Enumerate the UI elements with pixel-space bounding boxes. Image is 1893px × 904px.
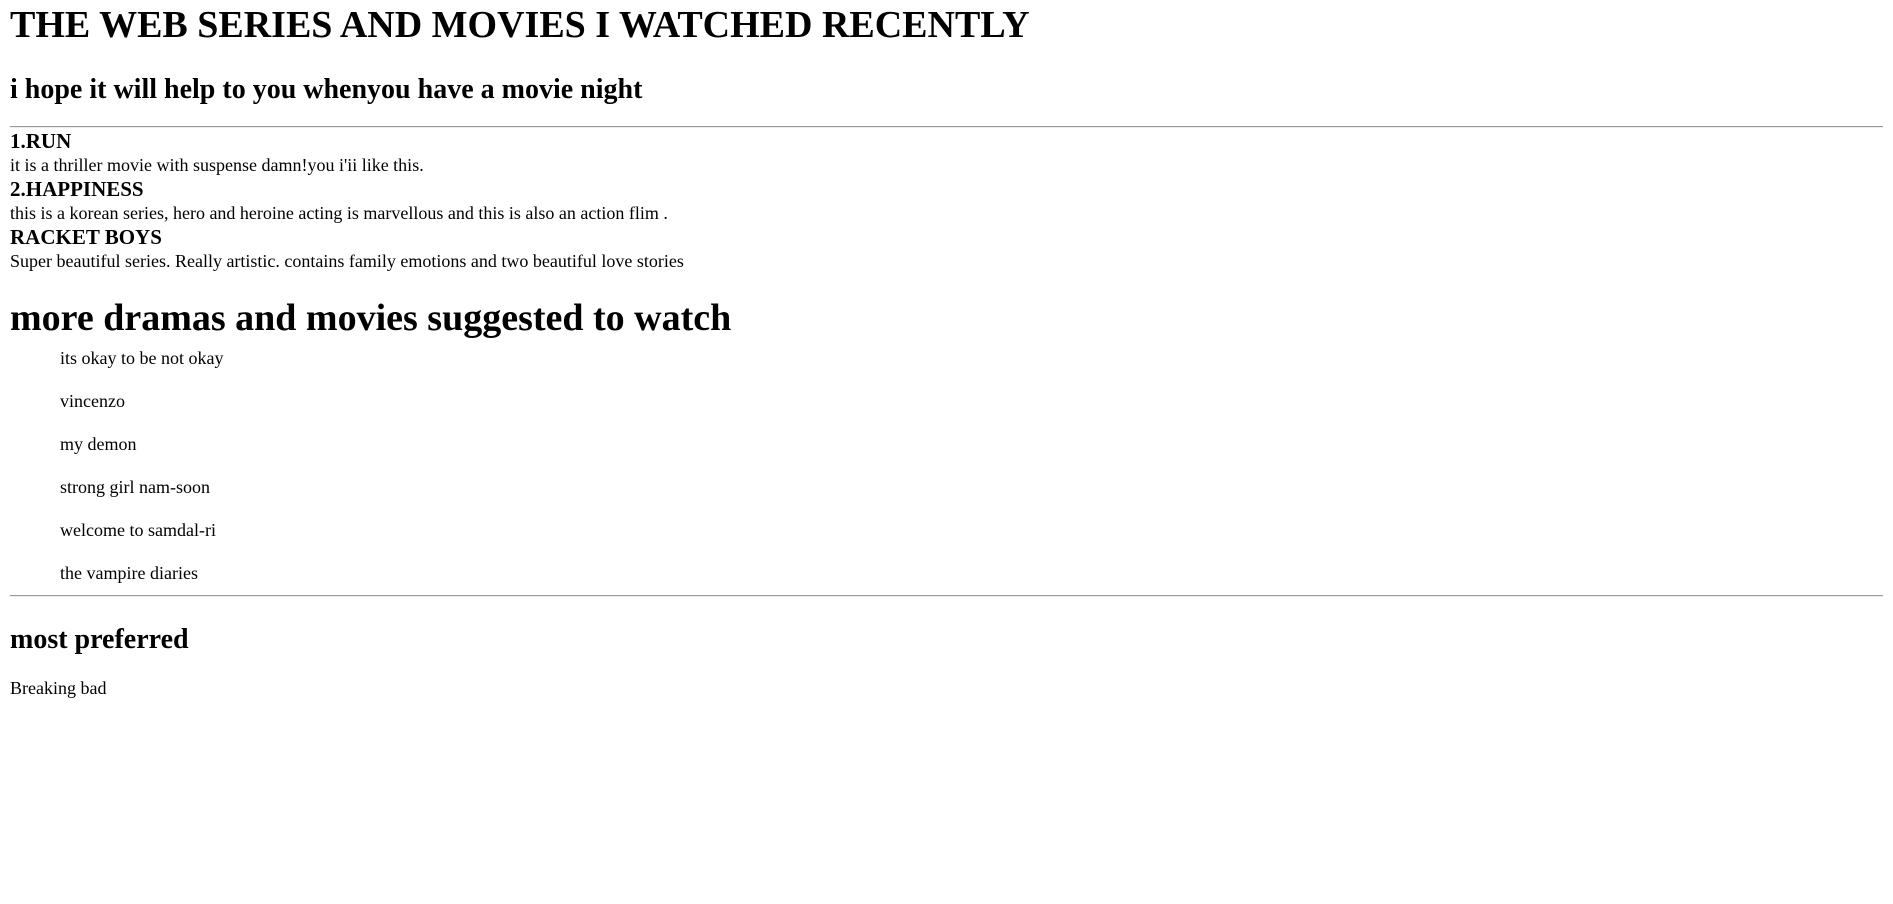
entry-description-racket-boys: Super beautiful series. Really artistic.… — [10, 251, 684, 271]
page-subtitle: i hope it will help to you whenyou have … — [10, 74, 643, 105]
suggestions-list: its okay to be not okay vincenzo my demo… — [10, 347, 1883, 584]
preferred-item: Breaking bad — [10, 678, 107, 698]
page-title: THE WEB SERIES AND MOVIES I WATCHED RECE… — [10, 4, 1030, 46]
entry-title-happiness: 2.HAPPINESS — [10, 177, 144, 201]
list-item: vincenzo — [60, 391, 125, 411]
divider — [10, 595, 1883, 597]
list-item: my demon — [60, 434, 137, 454]
page-content: THE WEB SERIES AND MOVIES I WATCHED RECE… — [0, 0, 1893, 699]
entry-title-run: 1.RUN — [10, 129, 72, 153]
entry-description-run: it is a thriller movie with suspense dam… — [10, 155, 424, 175]
list-item: strong girl nam-soon — [60, 477, 210, 497]
list-item: welcome to samdal-ri — [60, 520, 216, 540]
entry-title-racket-boys: RACKET BOYS — [10, 225, 162, 249]
list-item: its okay to be not okay — [60, 348, 224, 368]
suggestions-heading: more dramas and movies suggested to watc… — [10, 297, 732, 339]
entry-description-happiness: this is a korean series, hero and heroin… — [10, 203, 668, 223]
preferred-heading: most preferred — [10, 624, 189, 655]
list-item: the vampire diaries — [60, 563, 198, 583]
